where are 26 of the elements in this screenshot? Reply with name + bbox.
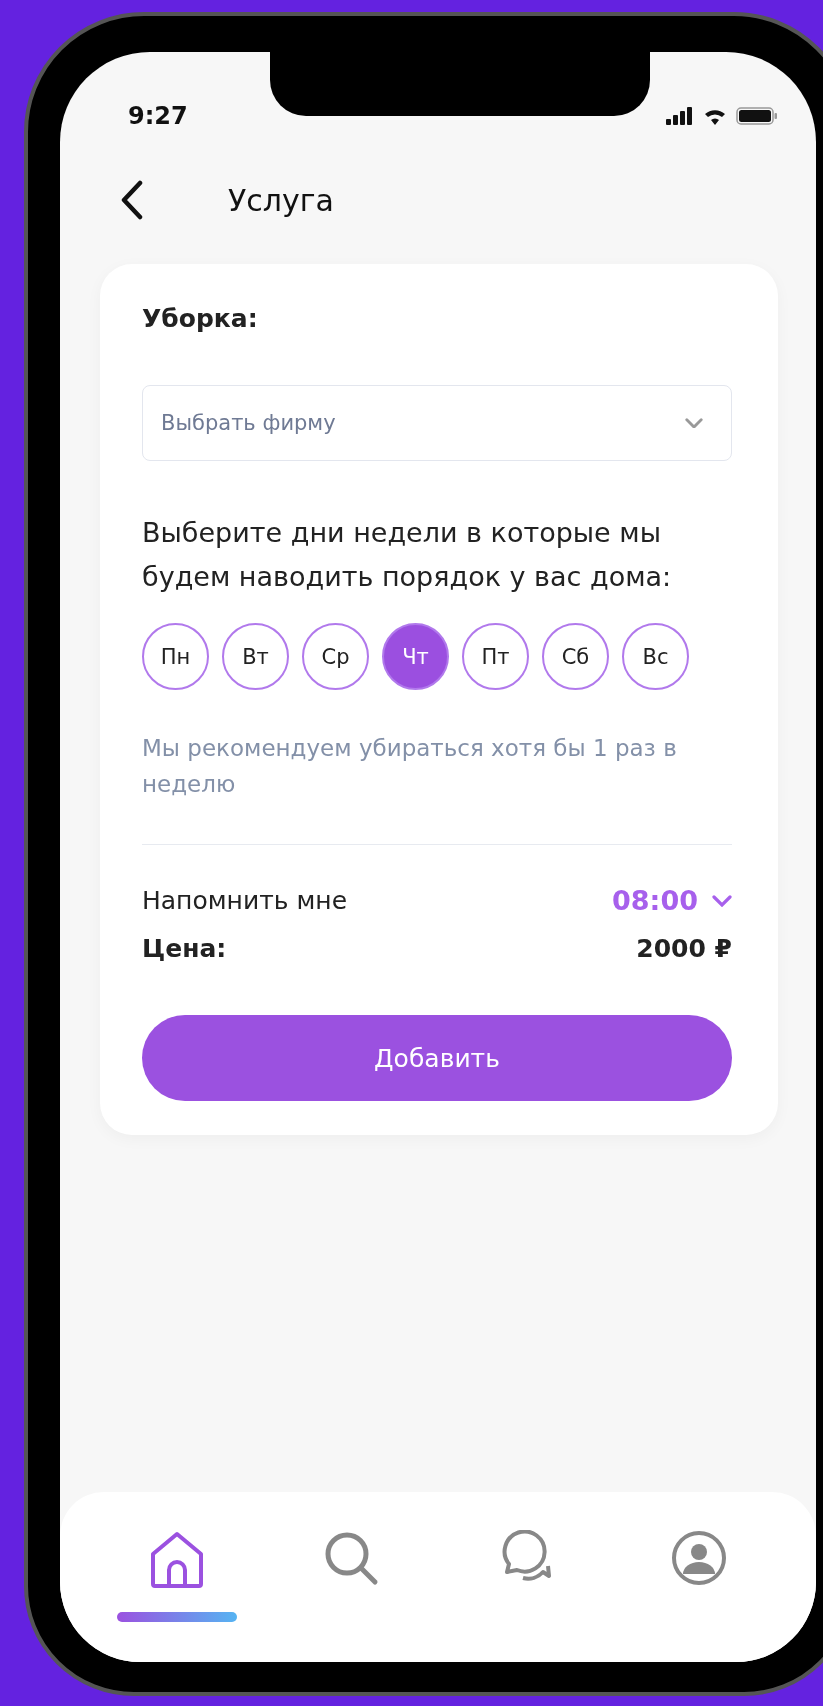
day-toggle[interactable]: Пт	[462, 623, 529, 690]
status-time: 9:27	[128, 102, 188, 130]
screen-title: Услуга	[228, 182, 334, 218]
day-toggle[interactable]: Чт	[382, 623, 449, 690]
reminder-time-select[interactable]: 08:00	[612, 885, 732, 916]
day-toggle[interactable]: Вс	[622, 623, 689, 690]
add-button[interactable]: Добавить	[142, 1015, 732, 1101]
firm-select[interactable]: Выбрать фирму	[142, 385, 732, 461]
search-icon	[323, 1530, 379, 1586]
chevron-down-icon	[685, 417, 703, 429]
back-icon[interactable]	[120, 180, 144, 220]
signal-icon	[666, 107, 694, 125]
home-icon	[149, 1530, 205, 1590]
day-toggle[interactable]: Вт	[222, 623, 289, 690]
recommendation-hint: Мы рекомендуем убираться хотя бы 1 раз в неделю	[142, 734, 678, 799]
days-prompt: Выберите дни недели в которые мы будем наводить порядок у вас дома:	[142, 516, 673, 594]
chevron-down-icon	[712, 894, 732, 907]
price-label: Цена:	[142, 934, 227, 963]
day-toggle[interactable]: Ср	[302, 623, 369, 690]
price-value: 2000 ₽	[636, 934, 732, 963]
profile-icon	[671, 1530, 727, 1586]
battery-icon	[736, 106, 778, 126]
reminder-label: Напомнить мне	[142, 886, 348, 915]
day-toggle[interactable]: Пн	[142, 623, 209, 690]
day-toggle[interactable]: Сб	[542, 623, 609, 690]
card-title: Уборка:	[142, 304, 259, 333]
